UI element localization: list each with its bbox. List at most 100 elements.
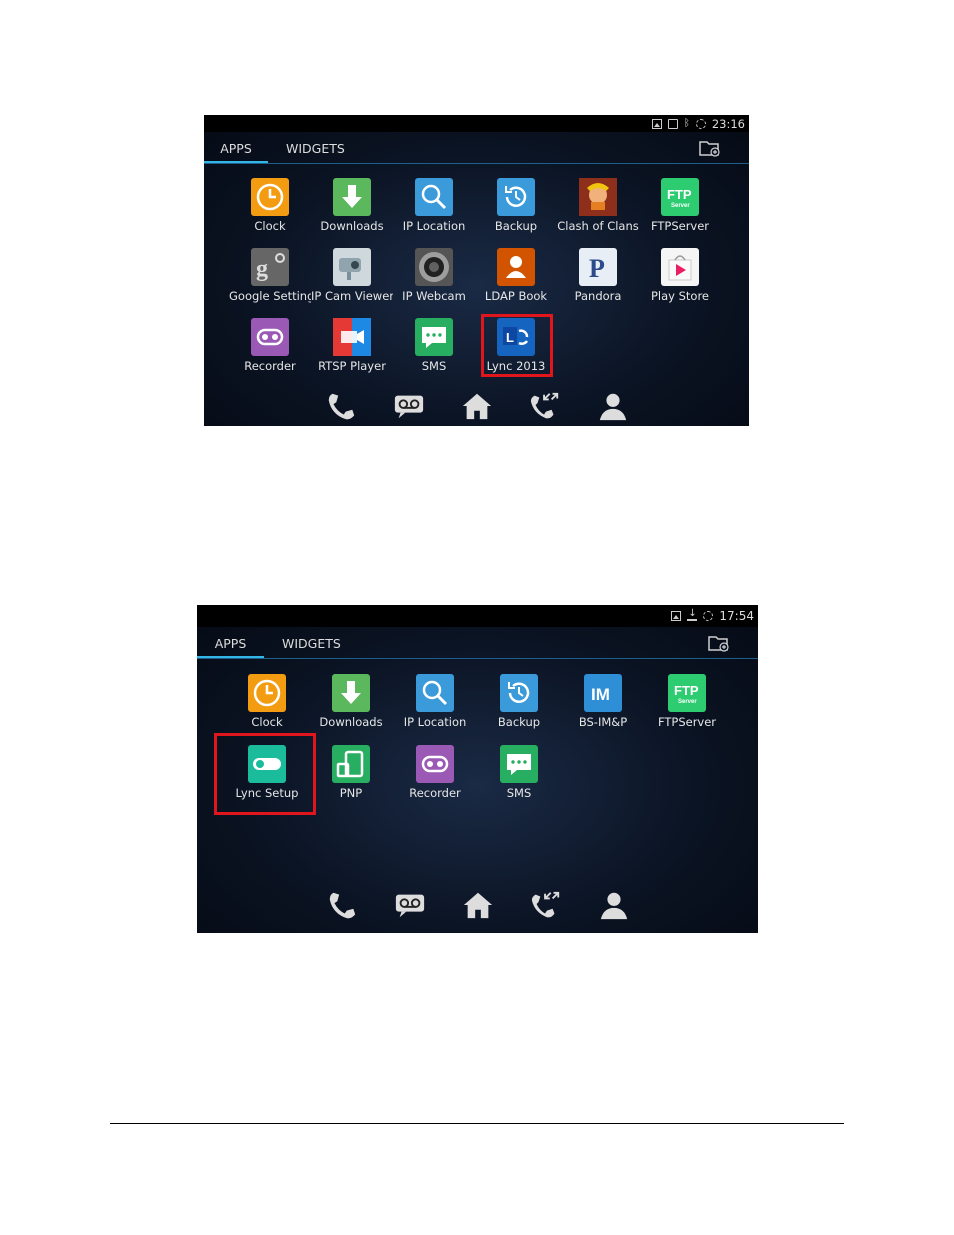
svg-text:FTP: FTP — [674, 683, 699, 698]
app-label: Recorder — [244, 359, 296, 373]
app-sms[interactable]: SMS — [393, 318, 475, 373]
app-ftpserver[interactable]: FTP Server FTPServer — [639, 178, 721, 233]
app-label: Google Setting — [229, 289, 311, 303]
app-ip-cam-viewer[interactable]: IP Cam Viewer — [311, 248, 393, 303]
contacts-icon[interactable] — [594, 885, 634, 925]
app-label: Backup — [494, 219, 538, 233]
app-label: Play Store — [650, 289, 710, 303]
folder-add-icon[interactable] — [708, 634, 730, 652]
app-label: SMS — [421, 359, 447, 373]
dock — [204, 386, 749, 426]
app-backup[interactable]: Backup — [478, 674, 560, 729]
ftp-icon: FTP Server — [661, 178, 699, 216]
tab-widgets[interactable]: WIDGETS — [282, 629, 341, 659]
app-label: IP Webcam — [402, 289, 466, 303]
app-recorder[interactable]: Recorder — [394, 745, 476, 800]
sim-icon — [667, 118, 678, 129]
call-log-icon[interactable] — [526, 885, 566, 925]
app-label: PNP — [339, 786, 363, 800]
magnifier-icon — [416, 674, 454, 712]
call-log-icon[interactable] — [525, 386, 565, 426]
backup-icon — [497, 178, 535, 216]
sms-icon — [415, 318, 453, 356]
rtsp-player-icon — [333, 318, 371, 356]
app-downloads[interactable]: Downloads — [311, 178, 393, 233]
backup-icon — [500, 674, 538, 712]
home-icon[interactable] — [458, 885, 498, 925]
sync-icon — [695, 118, 706, 129]
app-pnp[interactable]: PNP — [310, 745, 392, 800]
app-label: Backup — [497, 715, 541, 729]
screenshot-2: 17:54 APPS WIDGETS Clock Downloads IP Loca… — [197, 605, 758, 933]
status-time: 23:16 — [711, 116, 745, 131]
app-label: LDAP Book — [484, 289, 548, 303]
phone-icon[interactable] — [322, 885, 362, 925]
app-label: FTPServer — [657, 715, 717, 729]
svg-text:Server: Server — [671, 203, 690, 209]
tab-apps[interactable]: APPS — [204, 134, 268, 164]
svg-text:g: g — [256, 256, 268, 282]
app-clash-of-clans[interactable]: Clash of Clans — [557, 178, 639, 233]
app-clock[interactable]: Clock — [226, 674, 308, 729]
svg-text:IM: IM — [591, 685, 610, 704]
tab-bar: APPS WIDGETS — [204, 134, 749, 164]
app-backup[interactable]: Backup — [475, 178, 557, 233]
app-play-store[interactable]: Play Store — [639, 248, 721, 303]
svg-text:P: P — [589, 254, 605, 283]
footer-rule — [110, 1123, 844, 1124]
voicemail-icon[interactable] — [390, 885, 430, 925]
download-icon — [332, 674, 370, 712]
voicemail-icon[interactable] — [389, 386, 429, 426]
app-clock[interactable]: Clock — [229, 178, 311, 233]
tab-widgets[interactable]: WIDGETS — [286, 134, 345, 164]
pandora-icon: P — [579, 248, 617, 286]
home-icon[interactable] — [457, 386, 497, 426]
dock — [197, 885, 758, 933]
contacts-icon[interactable] — [593, 386, 633, 426]
app-bs-im-p[interactable]: IM BS-IM&P — [562, 674, 644, 729]
recorder-icon — [416, 745, 454, 783]
download-icon — [333, 178, 371, 216]
download-icon — [687, 608, 698, 621]
sms-icon — [500, 745, 538, 783]
app-google-setting[interactable]: g Google Setting — [229, 248, 311, 303]
app-label: Clock — [251, 715, 283, 729]
recorder-icon — [251, 318, 289, 356]
ldap-book-icon — [497, 248, 535, 286]
google-settings-icon: g — [251, 248, 289, 286]
app-label: FTPServer — [650, 219, 710, 233]
app-label: IP Cam Viewer — [311, 289, 393, 303]
app-ip-location[interactable]: IP Location — [394, 674, 476, 729]
app-pandora[interactable]: P Pandora — [557, 248, 639, 303]
app-label: IP Location — [403, 715, 467, 729]
clash-of-clans-icon — [579, 178, 617, 216]
app-recorder[interactable]: Recorder — [229, 318, 311, 373]
app-ip-webcam[interactable]: IP Webcam — [393, 248, 475, 303]
bluetooth-icon: ᛒ — [683, 117, 690, 129]
svg-text:FTP: FTP — [667, 187, 692, 202]
image-icon — [651, 118, 662, 129]
clock-icon — [248, 674, 286, 712]
tab-apps[interactable]: APPS — [197, 629, 264, 659]
app-label: SMS — [506, 786, 532, 800]
folder-add-icon[interactable] — [699, 139, 721, 157]
app-label: RTSP Player — [318, 359, 386, 373]
app-label: Pandora — [574, 289, 622, 303]
webcam-icon — [415, 248, 453, 286]
image-icon — [671, 611, 682, 621]
app-ip-location[interactable]: IP Location — [393, 178, 475, 233]
app-downloads[interactable]: Downloads — [310, 674, 392, 729]
app-sms[interactable]: SMS — [478, 745, 560, 800]
sync-icon — [703, 611, 714, 621]
pnp-icon — [332, 745, 370, 783]
phone-icon[interactable] — [321, 386, 361, 426]
app-label: IP Location — [402, 219, 466, 233]
ip-camera-icon — [333, 248, 371, 286]
app-rtsp-player[interactable]: RTSP Player — [311, 318, 393, 373]
app-ldap-book[interactable]: LDAP Book — [475, 248, 557, 303]
app-ftpserver[interactable]: FTP Server FTPServer — [646, 674, 728, 729]
clock-icon — [251, 178, 289, 216]
highlight-box-lync-2013 — [481, 314, 553, 377]
app-label: Clock — [254, 219, 286, 233]
magnifier-icon — [415, 178, 453, 216]
